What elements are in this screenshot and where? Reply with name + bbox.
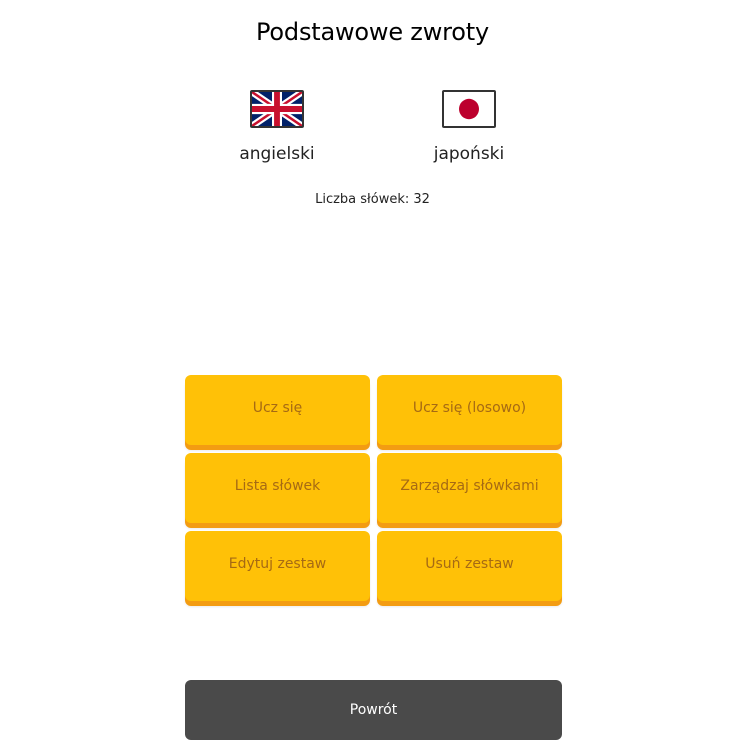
edit-set-button[interactable]: Edytuj zestaw: [185, 531, 370, 601]
delete-set-button[interactable]: Usuń zestaw: [377, 531, 562, 601]
word-list-button[interactable]: Lista słówek: [185, 453, 370, 523]
learn-random-button[interactable]: Ucz się (losowo): [377, 375, 562, 445]
target-language: japoński: [399, 90, 539, 164]
source-language-name: angielski: [239, 144, 315, 164]
source-language: angielski: [207, 90, 347, 164]
back-button[interactable]: Powrót: [185, 680, 562, 740]
page-title: Podstawowe zwroty: [256, 18, 489, 46]
set-details-screen: Podstawowe zwroty angielski japoński Lic…: [0, 0, 745, 745]
learn-button[interactable]: Ucz się: [185, 375, 370, 445]
manage-words-button[interactable]: Zarządzaj słówkami: [377, 453, 562, 523]
uk-flag-icon: [250, 90, 304, 128]
target-language-name: japoński: [433, 144, 505, 164]
japan-flag-icon: [442, 90, 496, 128]
word-count: Liczba słówek: 32: [315, 192, 430, 207]
